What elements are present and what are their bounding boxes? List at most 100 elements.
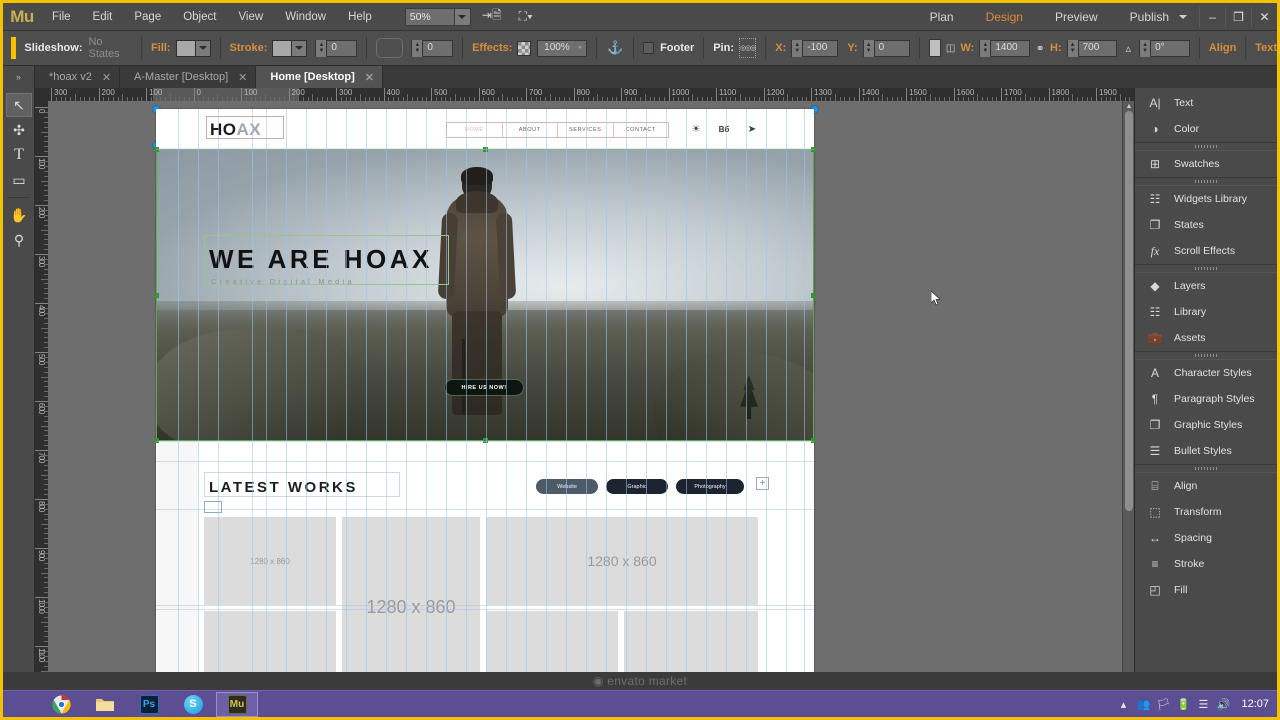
vertical-guide[interactable]	[426, 109, 427, 674]
vertical-guide[interactable]	[306, 109, 307, 674]
panel-group-divider[interactable]	[1135, 177, 1277, 186]
nav-item-home[interactable]: HOME	[447, 123, 503, 137]
tab-overflow-button[interactable]: »	[3, 66, 35, 88]
vertical-guide[interactable]	[178, 109, 179, 674]
vertical-guide[interactable]	[566, 109, 567, 674]
hire-us-now-button[interactable]: HIRE US NOW!	[444, 379, 524, 396]
panel-group-divider[interactable]	[1135, 464, 1277, 473]
resize-mode-icon[interactable]: ◫	[941, 43, 961, 54]
vertical-guide[interactable]	[626, 109, 627, 674]
vertical-guide[interactable]	[286, 109, 287, 674]
y-position-input[interactable]: ▲ ▼ 0	[862, 39, 910, 57]
menu-view[interactable]: View	[227, 3, 274, 31]
stroke-swatch[interactable]	[272, 39, 293, 57]
menu-page[interactable]: Page	[123, 3, 172, 31]
vertical-guide[interactable]	[506, 109, 507, 674]
panel-item-fill[interactable]: ◰ Fill	[1135, 577, 1277, 603]
horizontal-guide[interactable]	[156, 605, 814, 606]
vertical-guide[interactable]	[686, 109, 687, 674]
height-input[interactable]: ▲ ▼ 700	[1066, 39, 1118, 57]
hero-section[interactable]: WE ARE HOAX Creative Digital Media HIRE …	[156, 149, 814, 441]
panel-item-bullet-styles[interactable]: ☰ Bullet Styles	[1135, 438, 1277, 464]
pin-grid-control[interactable]: ◎◎◎	[739, 38, 756, 58]
panel-item-stroke[interactable]: ≡ Stroke	[1135, 551, 1277, 577]
panel-item-graphic-styles[interactable]: ❐ Graphic Styles	[1135, 412, 1277, 438]
start-button[interactable]	[3, 691, 39, 718]
mode-plan[interactable]: Plan	[914, 3, 970, 31]
maximize-button[interactable]: ❐	[1225, 6, 1251, 27]
vertical-guide[interactable]	[786, 109, 787, 674]
horizontal-guide[interactable]	[156, 461, 814, 462]
panel-group-divider[interactable]	[1135, 351, 1277, 360]
panel-item-library[interactable]: ☷ Library	[1135, 299, 1277, 325]
hero-title[interactable]: WE ARE HOAX	[209, 244, 433, 275]
horizontal-guide[interactable]	[156, 441, 814, 442]
vertical-guide[interactable]	[218, 109, 219, 674]
vertical-guide[interactable]	[406, 109, 407, 674]
mode-preview[interactable]: Preview	[1039, 3, 1114, 31]
vertical-guide[interactable]	[486, 109, 487, 674]
portfolio-tile[interactable]: 1280 x 860	[342, 517, 480, 690]
rectangle-tool[interactable]: ▭	[6, 168, 32, 192]
filter-graphic-button[interactable]: Graphic	[606, 479, 668, 494]
panel-item-states[interactable]: ❐ States	[1135, 212, 1277, 238]
zoom-level-input[interactable]: 50%	[404, 7, 455, 26]
page-edge-swatch[interactable]	[928, 39, 941, 57]
design-canvas[interactable]: HOAX HOME ABOUT SERVICES CONTACT ☀ Bб ➤	[48, 101, 1134, 690]
hero-subtitle[interactable]: Creative Digital Media	[211, 277, 355, 286]
panel-item-character-styles[interactable]: A Character Styles	[1135, 360, 1277, 386]
stepper-icon[interactable]: ▲ ▼	[316, 39, 328, 57]
taskbar-app-skype[interactable]: S	[172, 692, 214, 717]
panel-item-layers[interactable]: ◆ Layers	[1135, 273, 1277, 299]
panel-group-divider[interactable]	[1135, 142, 1277, 151]
anchor-icon[interactable]: ⚓	[606, 40, 624, 56]
stepper-icon[interactable]: ▲ ▼	[980, 39, 992, 57]
fill-dropdown[interactable]	[195, 39, 211, 57]
align-menu-button[interactable]: Align	[1209, 42, 1237, 54]
selection-tool[interactable]: ↖	[6, 93, 32, 117]
globe-icon[interactable]: ☀	[688, 121, 704, 137]
panel-item-assets[interactable]: 💼 Assets	[1135, 325, 1277, 351]
vertical-guide[interactable]	[746, 109, 747, 674]
publish-dropdown[interactable]	[1175, 14, 1191, 19]
works-section-title[interactable]: LATEST WORKS	[209, 479, 358, 496]
panel-grip[interactable]	[11, 37, 17, 59]
flag-icon[interactable]: 🏳	[1153, 691, 1173, 718]
taskbar-clock[interactable]: 12:07	[1241, 698, 1269, 710]
vertical-guide[interactable]	[726, 109, 727, 674]
vertical-guide[interactable]	[252, 109, 253, 674]
fill-swatch[interactable]	[175, 39, 196, 57]
vertical-guide[interactable]	[706, 109, 707, 674]
opacity-input[interactable]: 100% ▸	[537, 39, 588, 57]
menu-object[interactable]: Object	[172, 3, 227, 31]
close-icon[interactable]: ✕	[365, 71, 374, 84]
horizontal-ruler[interactable]: 300 200 100 0 100 200 300 400 500 600 700 800 900 100…	[35, 88, 1134, 101]
vertical-guide[interactable]	[586, 109, 587, 674]
opacity-dropdown[interactable]: ▸	[575, 40, 586, 56]
portfolio-tile[interactable]: 1280 x 860	[204, 517, 336, 605]
menu-window[interactable]: Window	[274, 3, 337, 31]
vertical-guide[interactable]	[646, 109, 647, 674]
effects-swatch[interactable]	[517, 40, 532, 56]
corner-style-button[interactable]	[376, 38, 404, 58]
panel-item-swatches[interactable]: ⊞ Swatches	[1135, 151, 1277, 177]
vertical-guide[interactable]	[606, 109, 607, 674]
menu-file[interactable]: File	[41, 3, 82, 31]
panel-item-widgets-library[interactable]: ☷ Widgets Library	[1135, 186, 1277, 212]
volume-icon[interactable]: 🔊	[1213, 691, 1233, 718]
vertical-guide[interactable]	[546, 109, 547, 674]
stepper-icon[interactable]: ▲ ▼	[1067, 39, 1079, 57]
chevron-up-icon[interactable]: ▴	[1113, 691, 1133, 718]
x-position-input[interactable]: ▲ ▼ -100	[791, 39, 839, 57]
mode-publish[interactable]: Publish	[1114, 3, 1175, 31]
vertical-guide[interactable]	[386, 109, 387, 674]
width-input[interactable]: ▲ ▼ 1400	[979, 39, 1031, 57]
network-people-icon[interactable]: 👥	[1133, 691, 1153, 718]
menu-help[interactable]: Help	[337, 3, 383, 31]
panel-item-color[interactable]: ◑ Color	[1135, 116, 1277, 142]
vertical-guide[interactable]	[446, 109, 447, 674]
stepper-icon[interactable]: ▲ ▼	[863, 39, 875, 57]
mode-design[interactable]: Design	[970, 3, 1039, 31]
canvas-vertical-scrollbar[interactable]: ▲ ▼	[1122, 101, 1134, 690]
panel-item-paragraph-styles[interactable]: ¶ Paragraph Styles	[1135, 386, 1277, 412]
